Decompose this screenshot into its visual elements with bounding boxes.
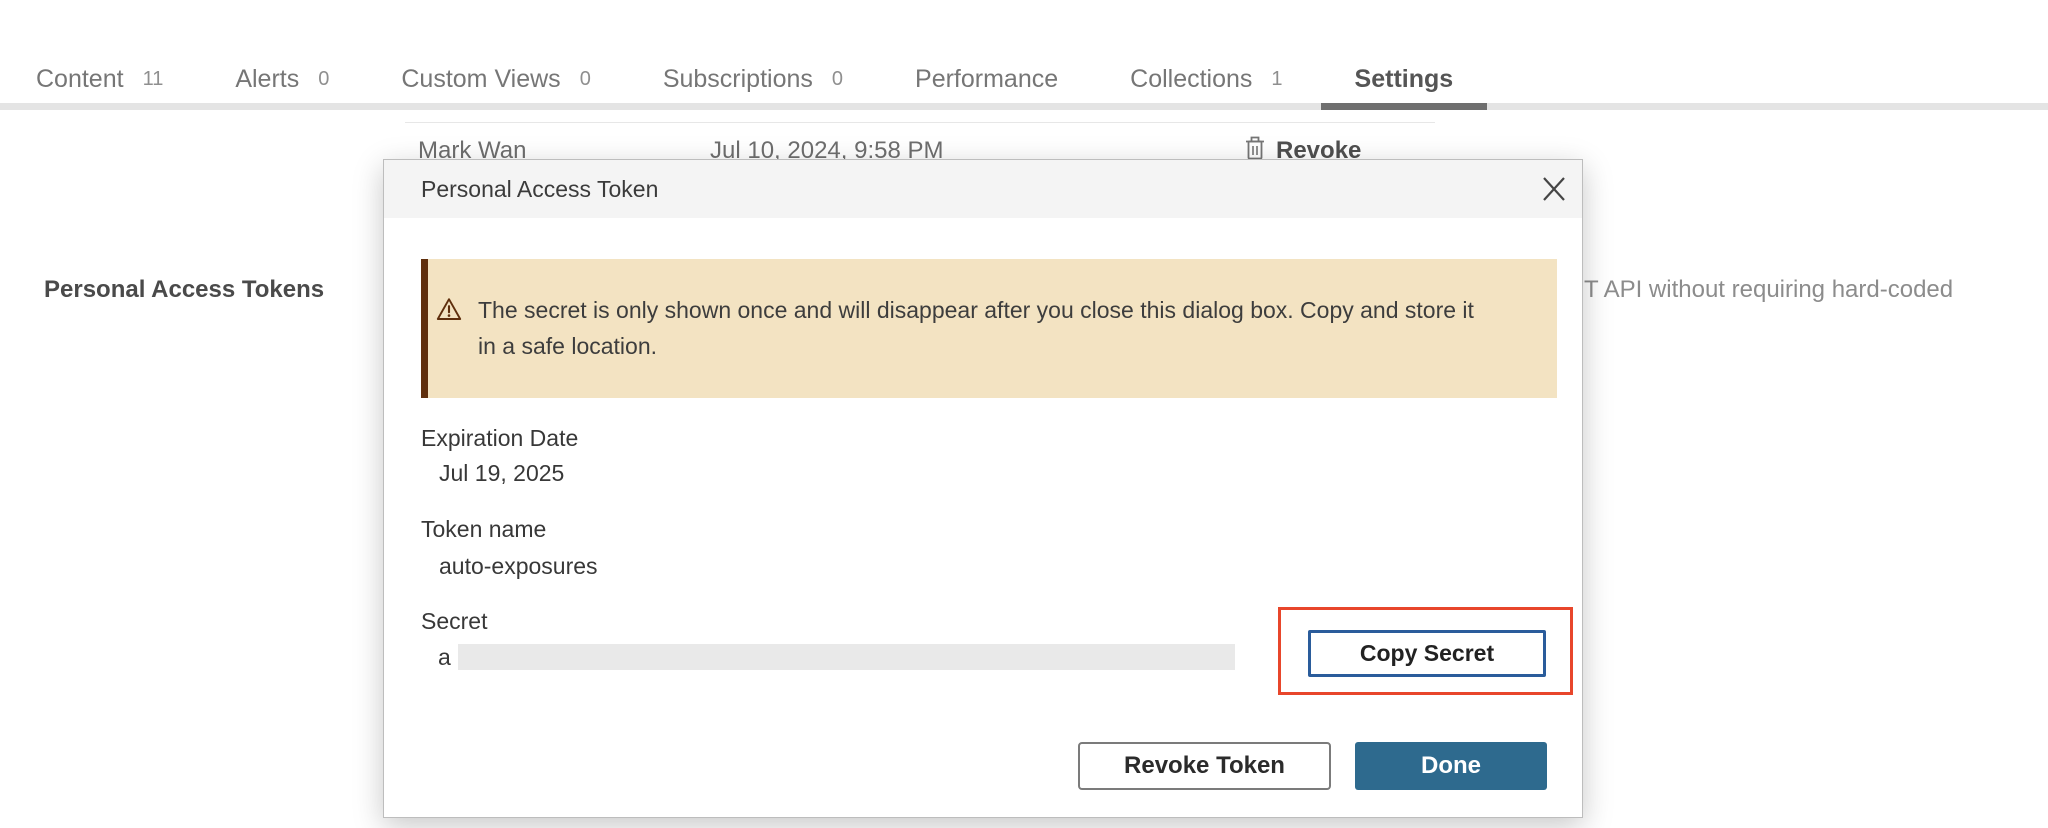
dialog-header: Personal Access Token [384, 160, 1582, 218]
dialog-title: Personal Access Token [421, 160, 658, 218]
secret-redacted-bar [458, 644, 1235, 670]
screen: Content 11 Alerts 0 Custom Views 0 Subsc… [0, 0, 2048, 828]
personal-access-tokens-label: Personal Access Tokens [44, 276, 324, 304]
token-name-value: auto-exposures [439, 553, 598, 580]
revoke-token-button[interactable]: Revoke Token [1078, 742, 1331, 790]
done-button[interactable]: Done [1355, 742, 1547, 790]
pat-description-fragment: ST API without requiring hard-coded [1568, 276, 1953, 304]
copy-secret-button[interactable]: Copy Secret [1308, 630, 1546, 677]
warning-banner: The secret is only shown once and will d… [421, 259, 1557, 398]
close-button[interactable] [1540, 175, 1568, 203]
warning-text: The secret is only shown once and will d… [478, 292, 1483, 364]
secret-value: a [438, 644, 451, 671]
table-row-divider [405, 122, 1435, 123]
personal-access-token-dialog: Personal Access Token The secret is only… [383, 159, 1583, 818]
close-icon [1541, 176, 1567, 202]
warning-icon [436, 296, 462, 327]
secret-label: Secret [421, 608, 487, 635]
token-name-label: Token name [421, 516, 546, 543]
expiration-date-label: Expiration Date [421, 425, 578, 452]
expiration-date-value: Jul 19, 2025 [439, 460, 564, 487]
